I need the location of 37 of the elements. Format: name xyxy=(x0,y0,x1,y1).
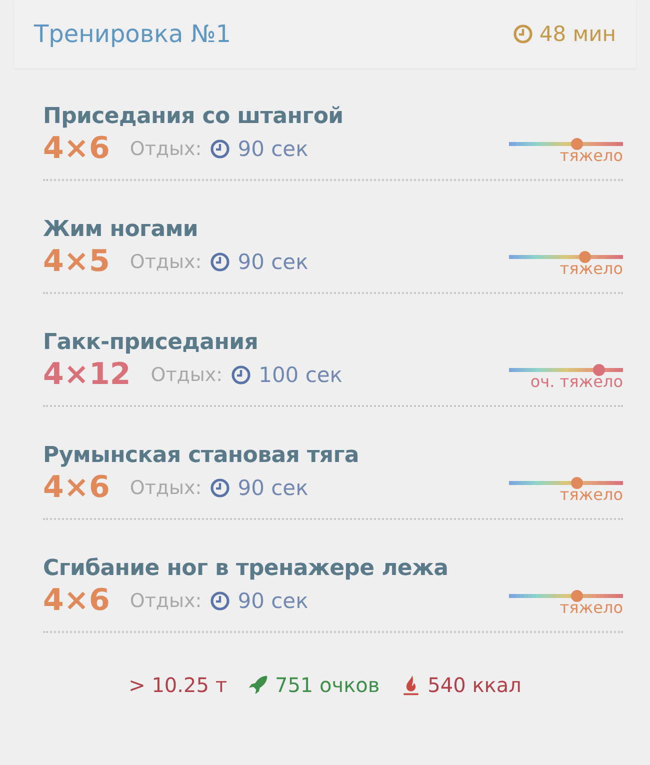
workout-title: Тренировка №1 xyxy=(34,20,232,48)
clock-icon xyxy=(210,138,230,158)
clock-icon xyxy=(210,590,230,610)
rocket-icon xyxy=(246,674,269,696)
exercise-name: Сгибание ног в тренажере лежа xyxy=(43,556,450,581)
intensity-label: тяжело xyxy=(560,485,623,504)
exercise-name: Жим ногами xyxy=(43,217,200,242)
rest-label: Отдых: xyxy=(150,364,223,386)
rest-time: 90 сек xyxy=(238,250,308,274)
calories: 540 ккал xyxy=(428,673,522,697)
rest-time: 90 сек xyxy=(238,476,308,500)
workout-duration: 48 мин xyxy=(539,22,616,46)
exercise-name: Гакк-приседания xyxy=(43,330,260,355)
sets-reps: 4×6 xyxy=(43,131,110,166)
rest-time: 90 сек xyxy=(238,588,308,612)
clock-icon xyxy=(210,478,230,498)
clock-icon xyxy=(513,24,534,44)
sets-reps: 4×6 xyxy=(43,583,110,618)
sets-reps: 4×12 xyxy=(43,357,131,392)
clock-icon xyxy=(210,252,230,272)
rest-time: 100 сек xyxy=(258,362,342,386)
intensity-label: тяжело xyxy=(560,598,623,617)
sets-reps: 4×6 xyxy=(43,470,110,505)
intensity-label: тяжело xyxy=(560,146,623,165)
rest-time: 90 сек xyxy=(238,136,308,160)
tonnage: > 10.25 т xyxy=(128,673,227,697)
intensity-label: тяжело xyxy=(560,259,623,278)
rest-label: Отдых: xyxy=(130,590,202,612)
points: 751 очков xyxy=(274,673,380,697)
rest-label: Отдых: xyxy=(130,476,202,498)
clock-icon xyxy=(230,364,251,384)
exercise-name: Приседания со штангой xyxy=(43,104,344,129)
rest-label: Отдых: xyxy=(130,250,202,272)
intensity-label: оч. тяжело xyxy=(530,372,623,391)
rest-label: Отдых: xyxy=(130,138,202,160)
sets-reps: 4×5 xyxy=(43,244,110,279)
exercise-name: Румынская становая тяга xyxy=(43,443,360,468)
